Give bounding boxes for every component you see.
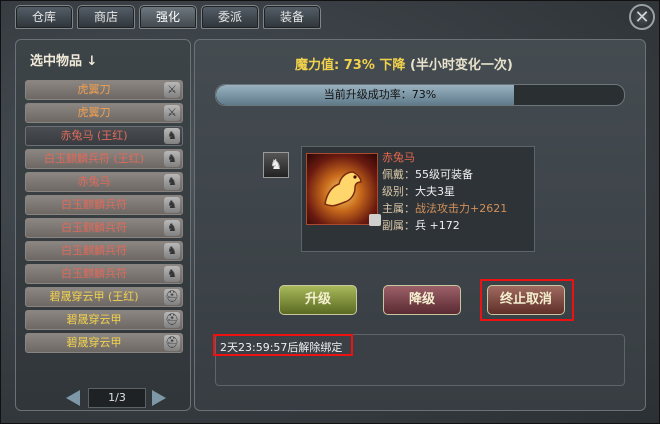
list-item[interactable]: 碧晟穿云甲 ⛑: [25, 333, 183, 353]
sword-icon: ⚔: [164, 105, 180, 121]
horse-icon: ♞: [164, 243, 180, 259]
item-label: 白玉麒麟兵符 (王红): [43, 152, 145, 165]
panel-title: 选中物品 ↓: [30, 54, 98, 69]
helmet-icon: ⛑: [164, 289, 180, 305]
list-item[interactable]: 白玉麒麟兵符 ♞: [25, 195, 183, 215]
item-list: 虎翼刀 ⚔ 虎翼刀 ⚔ 赤兔马 (王红) ♞ 白玉麒麟兵符 (王红) ♞ 赤兔马…: [25, 80, 183, 356]
list-item-selected[interactable]: 赤兔马 (王红) ♞: [25, 126, 183, 146]
wear-label: 佩戴：: [382, 168, 415, 181]
item-detail-card: 赤兔马 佩戴：55级可装备 级别：大夫3星 主属：战法攻击力+2621 副属：兵…: [301, 146, 535, 252]
item-name: 赤兔马: [382, 151, 415, 164]
item-label: 白玉麒麟兵符: [61, 198, 127, 211]
item-label: 虎翼刀: [77, 83, 111, 96]
horse-icon: ♞: [164, 151, 180, 167]
success-rate-bar: 当前升级成功率：73%: [215, 84, 625, 106]
magic-trend: 下降: [379, 58, 406, 73]
sword-icon: ⚔: [164, 82, 180, 98]
tab-equipment[interactable]: 装备: [263, 5, 321, 29]
list-item[interactable]: 赤兔马 ♞: [25, 172, 183, 192]
magic-note: (半小时变化一次): [409, 58, 513, 73]
downgrade-button[interactable]: 降级: [383, 285, 461, 315]
horse-icon: ♞: [164, 197, 180, 213]
main-attr-value: 战法攻击力+2621: [415, 202, 508, 215]
close-icon[interactable]: ✕: [629, 4, 655, 30]
horse-icon: ♞: [164, 128, 180, 144]
magic-label: 魔力值:: [295, 58, 340, 73]
item-label: 虎翼刀: [77, 106, 111, 119]
game-window: 仓库 商店 强化 委派 装备 ✕ 选中物品 ↓ 虎翼刀 ⚔ 虎翼刀 ⚔ 赤兔马 …: [0, 0, 660, 424]
upgrade-button[interactable]: 升级: [279, 285, 357, 315]
item-info: 赤兔马 佩戴：55级可装备 级别：大夫3星 主属：战法攻击力+2621 副属：兵…: [382, 149, 507, 234]
list-item[interactable]: 白玉麒麟兵符 ♞: [25, 264, 183, 284]
item-slot-icon[interactable]: ♞: [263, 152, 289, 178]
item-label: 白玉麒麟兵符: [61, 221, 127, 234]
magic-status: 魔力值: 73% 下降 (半小时变化一次): [295, 54, 513, 73]
progress-text: 当前升级成功率：73%: [323, 88, 437, 101]
horse-icon: [324, 171, 362, 207]
next-page-arrow-icon[interactable]: [152, 390, 166, 406]
prev-page-arrow-icon[interactable]: [66, 390, 80, 406]
red-hare-horse-image: [306, 153, 381, 226]
item-label: 白玉麒麟兵符: [61, 244, 127, 257]
top-tabs: 仓库 商店 强化 委派 装备: [15, 5, 321, 31]
tab-warehouse[interactable]: 仓库: [15, 5, 73, 29]
stop-button-highlight: [480, 279, 574, 321]
sub-attr-label: 副属：: [382, 219, 415, 232]
page-indicator: 1/3: [88, 388, 146, 408]
lock-icon: [369, 214, 381, 226]
tab-enhance[interactable]: 强化: [139, 5, 197, 29]
horse-icon: ♞: [164, 266, 180, 282]
item-label: 白玉麒麟兵符: [61, 267, 127, 280]
wear-value: 55级可装备: [415, 168, 473, 181]
rank-value: 大夫3星: [415, 185, 455, 198]
list-item[interactable]: 碧晟穿云甲 ⛑: [25, 310, 183, 330]
list-item[interactable]: 白玉麒麟兵符 ♞: [25, 241, 183, 261]
sub-attr-value: 兵 +172: [415, 219, 460, 232]
rank-label: 级别：: [382, 185, 415, 198]
timer-highlight: [213, 334, 353, 356]
enhance-panel: 魔力值: 73% 下降 (半小时变化一次) 当前升级成功率：73% ♞ 赤兔马 …: [194, 39, 646, 411]
pager: 1/3: [66, 388, 176, 408]
list-item[interactable]: 白玉麒麟兵符 (王红) ♞: [25, 149, 183, 169]
magic-value: 73%: [343, 58, 375, 73]
item-label: 碧晟穿云甲: [66, 336, 122, 349]
item-label: 赤兔马: [77, 175, 111, 188]
list-item[interactable]: 虎翼刀 ⚔: [25, 80, 183, 100]
list-item[interactable]: 碧晟穿云甲 (王红) ⛑: [25, 287, 183, 307]
tab-shop[interactable]: 商店: [77, 5, 135, 29]
main-attr-label: 主属：: [382, 202, 415, 215]
horse-icon: ♞: [164, 174, 180, 190]
horse-icon: ♞: [164, 220, 180, 236]
item-label: 碧晟穿云甲 (王红): [49, 290, 139, 303]
item-label: 碧晟穿云甲: [66, 313, 122, 326]
helmet-icon: ⛑: [164, 335, 180, 351]
helmet-icon: ⛑: [164, 312, 180, 328]
item-label: 赤兔马 (王红): [60, 129, 128, 142]
list-item[interactable]: 虎翼刀 ⚔: [25, 103, 183, 123]
item-select-panel: 选中物品 ↓ 虎翼刀 ⚔ 虎翼刀 ⚔ 赤兔马 (王红) ♞ 白玉麒麟兵符 (王红…: [15, 39, 191, 411]
list-item[interactable]: 白玉麒麟兵符 ♞: [25, 218, 183, 238]
tab-dispatch[interactable]: 委派: [201, 5, 259, 29]
